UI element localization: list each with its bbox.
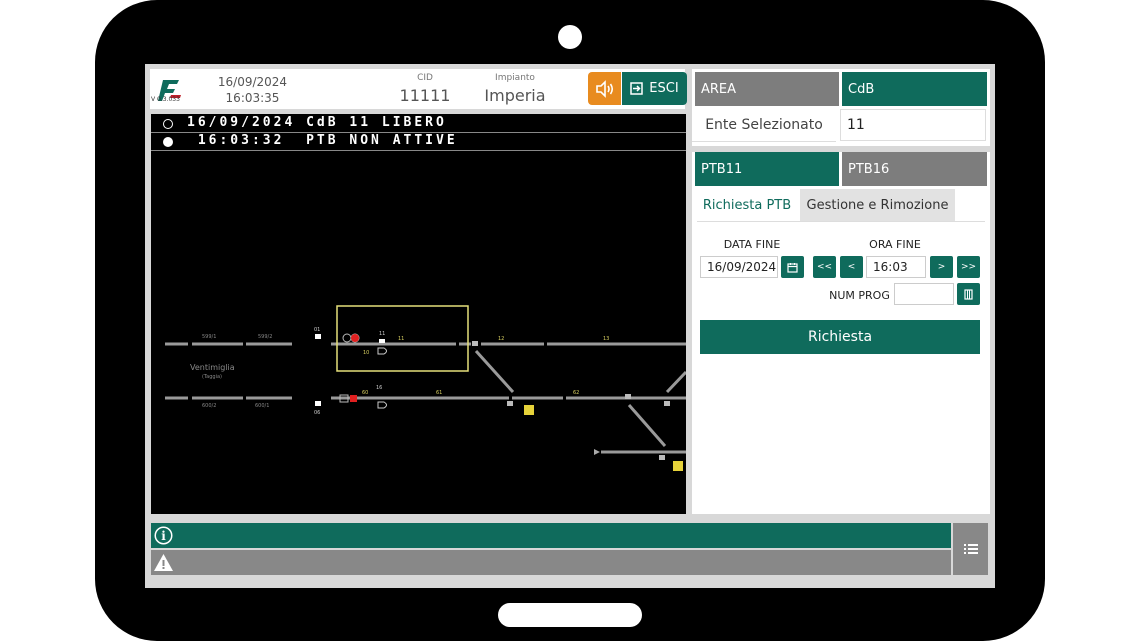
tab-cdb[interactable]: CdB <box>842 72 987 106</box>
tab-ptb11[interactable]: PTB11 <box>695 152 839 186</box>
time-forward-fast-button[interactable]: >> <box>957 256 980 278</box>
exit-button[interactable]: ESCI <box>622 72 687 105</box>
tab-gestione-rimozione[interactable]: Gestione e Rimozione <box>800 189 955 221</box>
list-icon <box>963 544 978 554</box>
richiesta-button[interactable]: Richiesta <box>700 320 980 354</box>
time-back-fast-button[interactable]: << <box>813 256 836 278</box>
exit-label: ESCI <box>649 81 679 96</box>
track-label: 10 <box>363 350 369 356</box>
switch-track[interactable] <box>665 370 686 394</box>
time-forward-button[interactable]: > <box>930 256 953 278</box>
ora-fine-label: ORA FINE <box>869 238 921 251</box>
track-label: 61 <box>436 390 442 396</box>
ente-selezionato-value: 11 <box>840 109 986 141</box>
speaker-icon <box>595 79 613 98</box>
track-label: 06 <box>314 410 320 416</box>
sound-button[interactable] <box>588 72 621 105</box>
header-time: 16:03:35 <box>225 91 280 105</box>
svg-text:i: i <box>161 529 166 543</box>
track-label: 12 <box>498 336 504 342</box>
data-fine-label: DATA FINE <box>723 238 781 251</box>
signal-marker[interactable] <box>379 339 385 343</box>
impianto-value: Imperia <box>484 86 546 105</box>
signal-marker[interactable] <box>625 394 631 399</box>
signal-marker[interactable] <box>664 401 670 406</box>
track-label: 600/1 <box>255 403 269 409</box>
station-subname: (Taggia) <box>202 374 222 380</box>
impianto-label: Impianto <box>495 73 535 83</box>
warning-bar[interactable] <box>151 550 951 575</box>
signal-red-lamp[interactable] <box>350 395 357 402</box>
worker-icon[interactable] <box>524 405 534 415</box>
signal-red-lamp[interactable] <box>351 334 359 342</box>
num-prog-label: NUM PROG <box>829 289 890 302</box>
track-label: 60 <box>362 390 368 396</box>
signal-marker[interactable] <box>472 341 478 346</box>
version-label: V 0.3.033 <box>151 96 180 103</box>
tab-area[interactable]: AREA <box>695 72 839 106</box>
tab-richiesta-ptb[interactable]: Richiesta PTB <box>697 189 797 221</box>
track-label: 11 <box>379 331 385 337</box>
calendar-icon <box>787 262 798 273</box>
worker-icon[interactable] <box>673 461 683 471</box>
signal-marker[interactable] <box>315 401 321 406</box>
home-button[interactable] <box>498 603 642 627</box>
ente-selezionato-label: Ente Selezionato <box>692 109 836 142</box>
header-bar: V 0.3.033 16/09/2024 16:03:35 CID 11111 … <box>150 69 687 109</box>
camera <box>558 25 582 49</box>
right-panel: AREA CdB Ente Selezionato 11 PTB11 PTB16… <box>692 69 990 514</box>
num-prog-button[interactable] <box>957 283 980 305</box>
time-back-button[interactable]: < <box>840 256 863 278</box>
signal-marker[interactable] <box>507 401 513 406</box>
track-label: 62 <box>573 390 579 396</box>
exit-icon <box>630 82 644 95</box>
signal-lamp[interactable] <box>342 333 352 343</box>
track-diagram[interactable]: 599/1 599/2 600/2 600/1 01 06 11 10 11 1… <box>151 114 686 514</box>
track-label: 600/2 <box>202 403 216 409</box>
track-schematic-panel[interactable]: 16/09/2024 CdB 11 LIBERO 16:03:32 PTB NO… <box>151 114 686 514</box>
num-prog-field[interactable] <box>894 283 954 305</box>
ora-fine-field[interactable]: 16:03 <box>866 256 926 278</box>
calendar-button[interactable] <box>781 256 804 278</box>
info-icon: i <box>153 525 174 546</box>
signal-marker[interactable] <box>315 334 321 339</box>
list-button[interactable] <box>953 523 988 575</box>
track-label: 13 <box>603 336 609 342</box>
switch-indicator-icon[interactable] <box>377 347 387 355</box>
divider <box>697 221 985 222</box>
track-label: 11 <box>398 336 404 342</box>
warning-icon <box>153 552 174 573</box>
header-date: 16/09/2024 <box>217 75 288 89</box>
station-name: Ventimiglia <box>190 363 235 372</box>
switch-track[interactable] <box>474 349 515 394</box>
cid-label: CID <box>417 73 433 83</box>
track-label: 599/2 <box>258 334 272 340</box>
switch-indicator-icon[interactable] <box>377 401 387 409</box>
tab-ptb16[interactable]: PTB16 <box>842 152 987 186</box>
signal-marker[interactable] <box>659 455 665 460</box>
keypad-icon <box>964 288 973 300</box>
track-end-icon <box>594 449 600 455</box>
info-bar[interactable]: i <box>151 523 951 548</box>
track-label: 01 <box>314 327 320 333</box>
app-screen: V 0.3.033 16/09/2024 16:03:35 CID 11111 … <box>145 64 995 588</box>
data-fine-field[interactable]: 16/09/2024 <box>700 256 778 278</box>
switch-track[interactable] <box>627 404 667 447</box>
cid-value: 11111 <box>399 86 451 105</box>
track-label: 599/1 <box>202 334 216 340</box>
track-label: 16 <box>376 385 382 391</box>
